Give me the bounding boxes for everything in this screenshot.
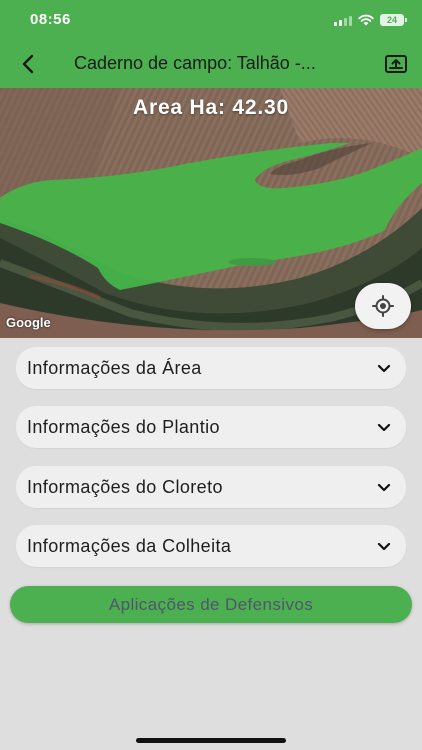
status-bar: 08:56 24: [0, 0, 422, 40]
chevron-down-icon: [376, 479, 392, 495]
pesticide-applications-button[interactable]: Aplicações de Defensivos: [10, 586, 412, 623]
section-area[interactable]: Informações da Área: [16, 347, 406, 389]
signal-icon: [334, 15, 352, 26]
status-time: 08:56: [30, 11, 71, 28]
app-bar: Caderno de campo: Talhão -...: [0, 40, 422, 88]
chevron-left-icon: [22, 54, 34, 74]
action-button-label: Aplicações de Defensivos: [108, 594, 314, 614]
section-label: Informações da Colheita: [27, 535, 232, 556]
locate-button[interactable]: [355, 283, 411, 329]
section-label: Informações do Plantio: [27, 416, 220, 437]
section-label: Informações do Cloreto: [27, 476, 223, 497]
wifi-icon: [358, 14, 374, 26]
section-label: Informações da Área: [27, 357, 202, 378]
section-harvest[interactable]: Informações da Colheita: [16, 525, 406, 567]
home-indicator[interactable]: [136, 738, 286, 743]
chevron-down-icon: [376, 419, 392, 435]
battery-icon: 24: [380, 14, 407, 26]
share-upload-icon: [385, 55, 407, 73]
section-chloride[interactable]: Informações do Cloreto: [16, 466, 406, 508]
section-planting[interactable]: Informações do Plantio: [16, 406, 406, 448]
area-label: Area Ha: 42.30: [133, 96, 289, 119]
my-location-icon: [372, 295, 394, 317]
status-icons: 24: [334, 12, 407, 28]
export-button[interactable]: [382, 50, 410, 78]
back-button[interactable]: [14, 50, 42, 78]
chevron-down-icon: [376, 360, 392, 376]
field-map[interactable]: Area Ha: 42.30 Google: [0, 88, 422, 338]
chevron-down-icon: [376, 538, 392, 554]
google-attribution: Google: [6, 315, 51, 330]
page-title: Caderno de campo: Talhão -...: [74, 53, 316, 73]
